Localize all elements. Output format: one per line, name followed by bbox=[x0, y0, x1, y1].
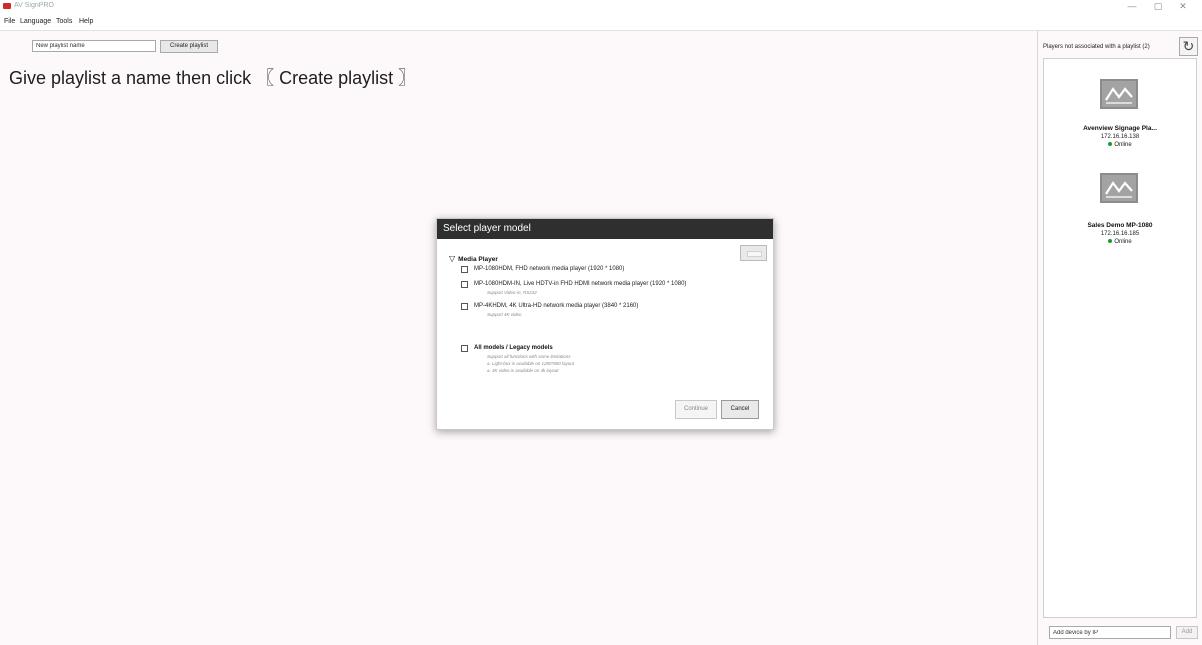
online-status-icon bbox=[1108, 239, 1113, 244]
menu-bar: File Language Tools Help bbox=[0, 14, 1202, 31]
dialog-title: Select player model bbox=[443, 223, 531, 234]
player-status-text: Online bbox=[1114, 239, 1132, 245]
title-bar: AV SignPRO — ▢ ✕ bbox=[0, 0, 1202, 14]
unassociated-players-header: Players not associated with a playlist (… bbox=[1043, 44, 1150, 50]
dialog-option-button-face bbox=[747, 251, 762, 257]
legacy-note: a. 4K video is available on 4k layout bbox=[487, 368, 559, 373]
player-status: Online bbox=[1044, 238, 1196, 246]
select-player-model-dialog: Select player model ▽ Media Player MP-108… bbox=[436, 218, 774, 430]
menu-language[interactable]: Language bbox=[20, 16, 51, 27]
right-panel-divider bbox=[1037, 31, 1038, 645]
legacy-models-label: All models / Legacy models bbox=[474, 345, 553, 351]
dialog-header: Select player model bbox=[437, 219, 773, 239]
player-name: Sales Demo MP-1080 bbox=[1087, 222, 1153, 229]
online-status-icon bbox=[1108, 142, 1113, 147]
playlist-name-input[interactable] bbox=[32, 40, 156, 52]
model-option-note: Support 4K video bbox=[487, 312, 522, 317]
dialog-option-button[interactable] bbox=[740, 245, 767, 261]
model-checkbox[interactable] bbox=[461, 281, 468, 288]
cancel-button[interactable]: Cancel bbox=[721, 400, 759, 419]
player-name: Avenview Signage Pla... bbox=[1083, 125, 1157, 132]
expand-triangle-icon: ▽ bbox=[449, 254, 456, 263]
players-list: Avenview Signage Pla... 172.16.16.138 On… bbox=[1043, 58, 1197, 618]
model-option-label: MP-1080HDM-IN, Live HDTV-in FHD HDMI net… bbox=[474, 281, 687, 287]
close-icon[interactable]: ✕ bbox=[1173, 1, 1193, 12]
player-status: Online bbox=[1044, 141, 1196, 149]
app-window: AV SignPRO — ▢ ✕ File Language Tools Hel… bbox=[0, 0, 1202, 645]
app-title: AV SignPRO bbox=[14, 2, 54, 9]
minimize-icon[interactable]: — bbox=[1122, 1, 1142, 12]
player-thumbnail-icon bbox=[1100, 173, 1138, 203]
legacy-note: Support all functions with some limitati… bbox=[487, 354, 571, 359]
player-thumbnail-icon bbox=[1100, 79, 1138, 109]
group-label: Media Player bbox=[458, 256, 498, 263]
create-playlist-button[interactable]: Create playlist bbox=[160, 40, 218, 53]
add-device-button[interactable]: Add bbox=[1176, 626, 1198, 639]
group-media-player[interactable]: ▽ Media Player bbox=[449, 254, 498, 264]
refresh-icon[interactable]: ↻ bbox=[1179, 37, 1198, 56]
legacy-models-checkbox[interactable] bbox=[461, 345, 468, 352]
player-ip: 172.16.16.138 bbox=[1100, 134, 1140, 140]
add-device-ip-input[interactable] bbox=[1049, 626, 1171, 639]
app-logo-icon bbox=[3, 3, 11, 9]
legacy-note: a. Light-box is available on 1280*800 la… bbox=[487, 361, 575, 366]
model-checkbox[interactable] bbox=[461, 303, 468, 310]
menu-tools[interactable]: Tools bbox=[56, 16, 72, 27]
player-card[interactable]: Sales Demo MP-1080 172.16.16.185 Online bbox=[1044, 171, 1196, 253]
continue-button[interactable]: Continue bbox=[675, 400, 717, 419]
create-playlist-hint: Give playlist a name then click 〖 Create… bbox=[9, 68, 417, 88]
model-option-label: MP-1080HDM, FHD network media player (19… bbox=[474, 266, 625, 272]
player-ip: 172.16.16.185 bbox=[1100, 231, 1140, 237]
player-status-text: Online bbox=[1114, 142, 1132, 148]
maximize-icon[interactable]: ▢ bbox=[1148, 1, 1168, 12]
model-option-label: MP-4KHDM, 4K Ultra-HD network media play… bbox=[474, 303, 639, 309]
player-card[interactable]: Avenview Signage Pla... 172.16.16.138 On… bbox=[1044, 77, 1196, 155]
model-checkbox[interactable] bbox=[461, 266, 468, 273]
model-option-note: Support Video-in, RS232 bbox=[487, 290, 537, 295]
menu-help[interactable]: Help bbox=[79, 16, 93, 27]
menu-file[interactable]: File bbox=[4, 16, 15, 27]
